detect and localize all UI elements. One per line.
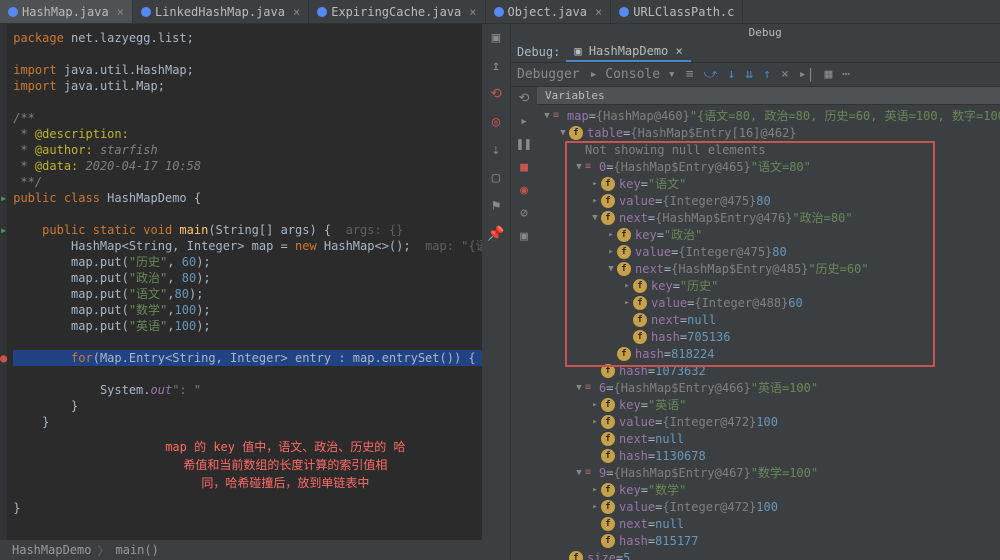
var-entry-9[interactable]: ▼≡9 = {HashMap$Entry@467} "数学=100" bbox=[537, 464, 1000, 481]
close-icon[interactable]: × bbox=[469, 5, 476, 19]
var-map[interactable]: ▼≡map = {HashMap@460} "{语文=80, 政治=80, 历史… bbox=[537, 107, 1000, 124]
gutter: ▸ ▸ ● bbox=[0, 24, 7, 540]
var-hash[interactable]: fhash = 815177 bbox=[537, 532, 1000, 549]
var-hash[interactable]: fhash = 1130678 bbox=[537, 447, 1000, 464]
var-table[interactable]: ▼ftable = {HashMap$Entry[16]@462} bbox=[537, 124, 1000, 141]
console-tab[interactable]: ▸ Console ▾ bbox=[590, 67, 676, 82]
breadcrumb: HashMapDemo 〉 main() bbox=[0, 540, 510, 560]
target-icon[interactable]: ◎ bbox=[492, 114, 500, 130]
tab-linkedhashmap[interactable]: LinkedHashMap.java× bbox=[133, 0, 309, 23]
force-step-icon[interactable]: ⇊ bbox=[745, 67, 753, 82]
var-size[interactable]: fsize = 5 bbox=[537, 549, 1000, 560]
step-into-icon[interactable]: ↓ bbox=[727, 67, 735, 82]
build-icon[interactable]: ▣ bbox=[492, 30, 500, 46]
step-out-icon[interactable]: ↑ bbox=[763, 67, 771, 82]
java-icon bbox=[494, 7, 504, 17]
tab-urlclasspath[interactable]: URLClassPath.c bbox=[611, 0, 743, 23]
var-next[interactable]: fnext = null bbox=[537, 430, 1000, 447]
refresh-icon[interactable]: ⟲ bbox=[490, 86, 502, 102]
tab-object[interactable]: Object.java× bbox=[486, 0, 612, 23]
run-to-cursor-icon[interactable]: ▸| bbox=[799, 67, 815, 82]
more-icon[interactable]: ⋯ bbox=[842, 67, 850, 82]
layout-icon[interactable]: ▣ bbox=[520, 229, 528, 244]
var-value[interactable]: ▸fvalue = {Integer@472} 100 bbox=[537, 413, 1000, 430]
rerun-icon[interactable]: ⟲ bbox=[519, 91, 530, 106]
tab-expiringcache[interactable]: ExpiringCache.java× bbox=[309, 0, 485, 23]
variables-header: Variables bbox=[537, 87, 1000, 105]
debug-toolbar: Debugger ▸ Console ▾ ≡ ⤻ ↓ ⇊ ↑ ⨯ ▸| ▦ ⋯ bbox=[511, 63, 1000, 87]
bookmark-icon[interactable]: ⚑ bbox=[492, 198, 500, 214]
threads-icon[interactable]: ≡ bbox=[686, 67, 694, 82]
breakpoints-icon[interactable]: ◉ bbox=[520, 183, 528, 198]
var-entry-6[interactable]: ▼≡6 = {HashMap$Entry@466} "英语=100" bbox=[537, 379, 1000, 396]
var-key[interactable]: ▸fkey = "数学" bbox=[537, 481, 1000, 498]
drop-frame-icon[interactable]: ⨯ bbox=[781, 67, 789, 82]
var-key[interactable]: ▸fkey = "英语" bbox=[537, 396, 1000, 413]
variables-panel[interactable]: Variables ▼≡map = {HashMap@460} "{语文=80,… bbox=[537, 87, 1000, 560]
debug-config-tab[interactable]: ▣ HashMapDemo × bbox=[566, 42, 690, 62]
debug-pane: Debug Debug: ▣ HashMapDemo × Debugger ▸ … bbox=[510, 24, 1000, 560]
java-icon bbox=[141, 7, 151, 17]
editor-pane: ▸ ▸ ● package net.lazyegg.list; import j… bbox=[0, 24, 510, 560]
upload-icon[interactable]: ↥ bbox=[492, 58, 500, 74]
close-icon[interactable]: × bbox=[293, 5, 300, 19]
editor-tabs: HashMap.java× LinkedHashMap.java× Expiri… bbox=[0, 0, 1000, 24]
java-icon bbox=[8, 7, 18, 17]
annotation-note: map 的 key 值中，语文、政治、历史的 哈希值和当前数组的长度计算的索引值… bbox=[13, 430, 510, 500]
debug-side-toolbar: ⟲ ▸ ❚❚ ■ ◉ ⊘ ▣ bbox=[511, 87, 537, 560]
resume-icon[interactable]: ▸ bbox=[520, 114, 528, 129]
tab-hashmap[interactable]: HashMap.java× bbox=[0, 0, 133, 23]
highlight-box bbox=[565, 141, 935, 367]
mute-icon[interactable]: ⊘ bbox=[520, 206, 528, 221]
debugger-tab[interactable]: Debugger bbox=[517, 67, 580, 82]
pin-icon[interactable]: 📌 bbox=[487, 226, 504, 242]
close-icon[interactable]: × bbox=[117, 5, 124, 19]
pause-icon[interactable]: ❚❚ bbox=[516, 137, 532, 152]
editor-right-toolbar: ▣ ↥ ⟲ ◎ ⇣ ▢ ⚑ 📌 bbox=[482, 24, 510, 560]
evaluate-icon[interactable]: ▦ bbox=[824, 67, 832, 82]
close-icon[interactable]: × bbox=[595, 5, 602, 19]
stop-icon[interactable]: ■ bbox=[520, 160, 528, 175]
var-value[interactable]: ▸fvalue = {Integer@472} 100 bbox=[537, 498, 1000, 515]
java-icon bbox=[317, 7, 327, 17]
code-editor[interactable]: package net.lazyegg.list; import java.ut… bbox=[7, 24, 510, 540]
breadcrumb-method[interactable]: main() bbox=[116, 543, 159, 557]
breadcrumb-class[interactable]: HashMapDemo bbox=[12, 543, 91, 557]
step-over-icon[interactable]: ⤻ bbox=[704, 67, 718, 82]
download-icon[interactable]: ⇣ bbox=[492, 142, 500, 158]
camera-icon[interactable]: ▢ bbox=[492, 170, 500, 186]
var-next[interactable]: fnext = null bbox=[537, 515, 1000, 532]
debug-title: Debug bbox=[511, 24, 1000, 41]
debug-run-tabs: Debug: ▣ HashMapDemo × bbox=[511, 41, 1000, 63]
java-icon bbox=[619, 7, 629, 17]
